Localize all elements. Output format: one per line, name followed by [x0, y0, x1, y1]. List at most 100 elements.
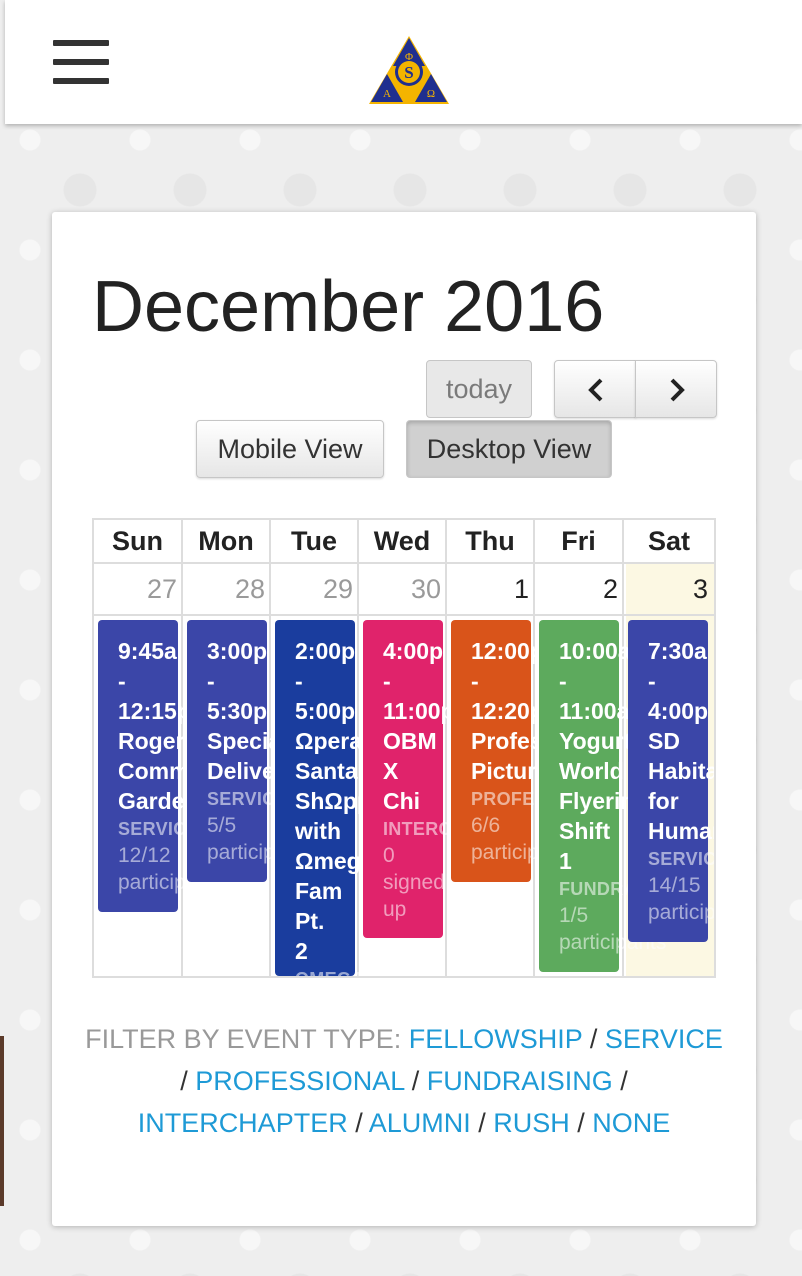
event-text-line: OBM [383, 728, 437, 754]
calendar-event[interactable]: 12:00p-12:20pProfessionalPicturesPROFESS… [451, 620, 616, 882]
event-text-line: - [118, 668, 126, 694]
event-text-line: with [295, 818, 341, 844]
calendar-event[interactable]: 2:00p - 5:00p Ωperation Santa ShΩpping with Ωme… [275, 620, 406, 976]
desktop-view-button[interactable]: Desktop View [406, 420, 612, 478]
event-text-line: Delivery [207, 758, 297, 784]
calendar-event[interactable]: 4:00p-11:00pOBMXChiINTERCHAPTER0signedup [363, 620, 527, 938]
event-participants: 6/6 [471, 814, 501, 837]
filter-separator: / [582, 1024, 605, 1054]
event-participants: 5/5 [207, 814, 237, 837]
event-text-line: Pt. [295, 908, 325, 934]
event-participants: participants [471, 841, 579, 864]
calendar-event[interactable]: 7:30a - 4:00p SD Habitat for Humanity SERVICE 14… [628, 620, 714, 942]
event-text-line: for [648, 788, 679, 814]
event-text-line: 4:00p [648, 698, 709, 724]
day-number[interactable]: 2 [535, 564, 624, 614]
event-category: PROFESSIONAL [471, 786, 616, 812]
calendar-event[interactable]: 10:00a-11:00aYogurtWorldFlyeringShift1FU… [539, 620, 687, 972]
event-text-line: Professional [471, 726, 609, 756]
filter-label: FILTER BY EVENT TYPE: [85, 1024, 402, 1054]
event-participants: 0 [383, 844, 395, 867]
filter-link-professional[interactable]: PROFESSIONAL [195, 1066, 404, 1096]
event-participants: participants [207, 841, 315, 864]
event-text-line: Santa [295, 758, 358, 784]
event-content: 2:00p - 5:00p Ωperation Santa ShΩpping with Ωme… [295, 636, 406, 976]
event-text-line: Shift [559, 818, 611, 844]
day-number[interactable]: 29 [271, 564, 359, 614]
filter-link-service[interactable]: SERVICE [605, 1024, 723, 1054]
event-category: SERVICE [118, 819, 199, 839]
filter-link-fellowship[interactable]: FELLOWSHIP [409, 1024, 583, 1054]
month-title: December 2016 [92, 267, 605, 347]
filter-link-fundraising[interactable]: FUNDRAISING [427, 1066, 613, 1096]
day-number[interactable]: 30 [359, 564, 447, 614]
filter-link-alumni[interactable]: ALUMNI [369, 1108, 471, 1138]
chapter-logo[interactable]: S Φ A Ω [367, 34, 451, 106]
event-text-line: - [207, 668, 215, 694]
event-text-line: ShΩpping [295, 788, 406, 814]
event-text-line: 4:00p [383, 638, 444, 664]
event-text-line: World [559, 758, 624, 784]
event-text-line: Ωmega [295, 848, 374, 874]
prev-month-button[interactable] [554, 360, 636, 418]
mobile-view-button[interactable]: Mobile View [196, 420, 384, 478]
day-number[interactable]: 27 [94, 564, 183, 614]
column-divider [445, 562, 447, 976]
left-edge-strip [0, 1036, 4, 1206]
calendar-event[interactable]: 3:00p - 5:30p Special Delivery SERVICE 5/5 part… [187, 620, 315, 882]
event-participants: up [383, 898, 407, 921]
hamburger-icon[interactable] [53, 40, 109, 88]
filter-link-interchapter[interactable]: INTERCHAPTER [138, 1108, 348, 1138]
svg-text:Ω: Ω [427, 88, 435, 100]
event-text-line: Yogurt [559, 728, 632, 754]
next-month-button[interactable] [635, 360, 717, 418]
event-text-line: 11:00a [559, 698, 630, 724]
event-text-line: 12:15p [118, 698, 191, 724]
event-text-line: 12:00p [471, 638, 544, 664]
weekday-header: Tue [271, 520, 359, 562]
filter-link-none[interactable]: NONE [592, 1108, 670, 1138]
event-category: OMEGA [295, 966, 364, 976]
event-text-line: 5:30p [207, 698, 268, 724]
event-content: 10:00a-11:00aYogurtWorldFlyeringShift1FU… [559, 636, 687, 956]
weekday-header: Wed [359, 520, 447, 562]
today-button[interactable]: today [426, 360, 532, 418]
weekday-header: Fri [535, 520, 624, 562]
event-participants: participants [118, 871, 226, 894]
event-category: FUNDRAISING [559, 876, 687, 902]
chevron-right-icon [670, 378, 685, 402]
event-text-line: 11:00p [383, 698, 455, 724]
event-text-line: Fam [295, 878, 343, 904]
event-text-line: 5:00p [295, 698, 356, 724]
event-text-line: Rogers [118, 728, 198, 754]
event-text-line: - [383, 668, 391, 694]
event-participants: signed [383, 871, 445, 894]
event-participants: 1/5 [559, 904, 589, 927]
day-number[interactable]: 1 [447, 564, 535, 614]
weekday-header: Thu [447, 520, 535, 562]
filter-link-rush[interactable]: RUSH [493, 1108, 570, 1138]
event-category: INTERCHAPTER [383, 816, 527, 842]
event-text-line: 9:45a [118, 638, 177, 664]
event-text-line: - [559, 668, 567, 694]
event-text-line: Ωperation [295, 728, 405, 754]
filter-separator: / [569, 1108, 593, 1138]
weekday-header: Mon [183, 520, 271, 562]
calendar-event[interactable]: 9:45a-12:15pRogersCommunityGardenSERVICE… [98, 620, 245, 912]
event-category: SERVICE [207, 789, 288, 809]
filter-separator: / [347, 1108, 369, 1138]
filter-separator: / [612, 1066, 628, 1096]
event-text-line: Flyering [559, 788, 649, 814]
event-type-filter: FILTER BY EVENT TYPE: FELLOWSHIP / SERVI… [82, 1018, 726, 1144]
filter-separator: / [404, 1066, 427, 1096]
day-number[interactable]: 28 [183, 564, 271, 614]
event-participants: 14/15 [648, 874, 701, 897]
svg-text:Φ: Φ [405, 51, 413, 63]
daynum-divider [94, 614, 714, 616]
day-number[interactable]: 3 [624, 564, 714, 614]
weekday-header: Sat [647, 526, 691, 556]
event-content: 4:00p-11:00pOBMXChiINTERCHAPTER0signedup [383, 636, 527, 923]
event-participants: 12/12 [118, 844, 171, 867]
event-text-line: Community [118, 756, 245, 786]
event-content: 12:00p-12:20pProfessionalPicturesPROFESS… [471, 636, 616, 866]
